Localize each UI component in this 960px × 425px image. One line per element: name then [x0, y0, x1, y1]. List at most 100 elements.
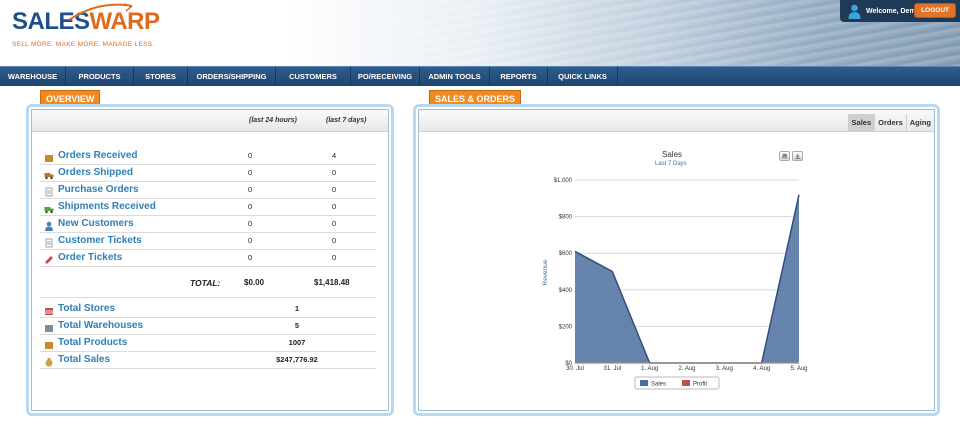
- value-last-7-days: 4: [332, 151, 337, 160]
- summary-link[interactable]: Total Warehouses: [58, 320, 143, 331]
- overview-column-header: (last 24 hours) (last 7 days): [32, 110, 388, 132]
- total-last-24-hours: $0.00: [244, 278, 265, 287]
- legend-swatch-sales: [640, 380, 648, 386]
- nav-item-quick-links[interactable]: QUICK LINKS: [548, 67, 618, 86]
- summary-link[interactable]: Total Stores: [58, 303, 115, 314]
- summary-value: 1007: [288, 338, 306, 347]
- value-last-7-days: 0: [332, 202, 337, 211]
- overview-row-purchase-orders: Purchase Orders 0 0: [40, 182, 376, 199]
- warehouse-icon: [44, 320, 54, 332]
- overview-row-orders-shipped: Orders Shipped 0 0: [40, 165, 376, 182]
- nav-item-po-receiving[interactable]: PO/RECEIVING: [351, 67, 420, 86]
- download-icon: [794, 153, 801, 160]
- value-last-24-hours: 0: [248, 202, 253, 211]
- legend-label-profit: Profit: [693, 382, 707, 388]
- value-last-7-days: 0: [332, 236, 337, 245]
- value-last-24-hours: 0: [248, 253, 253, 262]
- summary-row-total-stores: Total Stores 1: [40, 301, 376, 318]
- tab-sales[interactable]: Sales: [847, 114, 875, 132]
- overview-link[interactable]: Shipments Received: [58, 201, 156, 212]
- value-last-24-hours: 0: [248, 168, 253, 177]
- overview-link[interactable]: Customer Tickets: [58, 235, 142, 246]
- value-last-7-days: 0: [332, 168, 337, 177]
- col-last-24-hours: (last 24 hours): [249, 117, 297, 124]
- summary-row-total-sales: Total Sales $247,776.92: [40, 352, 376, 369]
- nav-item-customers[interactable]: CUSTOMERS: [276, 67, 351, 86]
- summary-value: $247,776.92: [276, 355, 318, 364]
- summary-row-total-warehouses: Total Warehouses 5: [40, 318, 376, 335]
- x-tick-label: 4. Aug: [753, 366, 770, 372]
- x-tick-label: 1. Aug: [641, 366, 658, 372]
- sales-orders-panel: Sales Orders Aging Sales Last 7 Days $0 $20…: [413, 104, 940, 416]
- y-tick-label: $1,000: [554, 178, 573, 184]
- print-chart-button[interactable]: [779, 151, 790, 161]
- delivery-truck-icon: [44, 201, 54, 214]
- truck-icon: [44, 167, 54, 180]
- overview-panel: (last 24 hours) (last 7 days) Orders Rec…: [26, 104, 394, 416]
- nav-item-warehouse[interactable]: WAREHOUSE: [0, 67, 66, 86]
- tab-aging[interactable]: Aging: [905, 114, 934, 132]
- x-tick-label: 30. Jul: [566, 366, 584, 372]
- value-last-7-days: 0: [332, 219, 337, 228]
- document-icon: [44, 235, 54, 248]
- printer-icon: [781, 153, 788, 159]
- summary-link[interactable]: Total Products: [58, 337, 127, 348]
- summary-link[interactable]: Total Sales: [58, 354, 110, 365]
- export-chart-button[interactable]: [792, 151, 803, 161]
- ticket-icon: [44, 252, 54, 264]
- series-area-sales: [575, 194, 799, 363]
- x-tick-label: 2. Aug: [678, 366, 695, 372]
- overview-row-new-customers: New Customers 0 0: [40, 216, 376, 233]
- overview-link[interactable]: Purchase Orders: [58, 184, 139, 195]
- col-last-7-days: (last 7 days): [326, 117, 367, 124]
- y-tick-label: $200: [559, 324, 573, 330]
- chart-title: Sales: [662, 150, 683, 159]
- overview-link[interactable]: New Customers: [58, 218, 134, 229]
- nav-item-products[interactable]: PRODUCTS: [66, 67, 134, 86]
- logo-tagline: SELL MORE. MAKE MORE. MANAGE LESS.: [12, 41, 155, 48]
- nav-item-reports[interactable]: REPORTS: [490, 67, 548, 86]
- sales-chart: $0$200$400$600$800$1,000Revenue30. Jul 31…: [542, 178, 808, 390]
- logo-swoosh-icon: [68, 3, 133, 21]
- overview-link[interactable]: Orders Received: [58, 150, 138, 161]
- store-icon: [44, 303, 54, 315]
- box-icon: [44, 337, 54, 349]
- chart-subtitle: Last 7 Days: [655, 161, 687, 167]
- overview-row-shipments-received: Shipments Received 0 0: [40, 199, 376, 216]
- chart-tab-bar: Sales Orders Aging: [847, 114, 934, 132]
- main-nav: WAREHOUSE PRODUCTS STORES ORDERS/SHIPPING CU…: [0, 66, 960, 86]
- y-tick-label: $600: [559, 251, 573, 257]
- saleswarp-logo[interactable]: SALESWARP SELL MORE. MAKE MORE. MANAGE L…: [12, 3, 160, 48]
- overview-link[interactable]: Order Tickets: [58, 252, 122, 263]
- header: SALESWARP SELL MORE. MAKE MORE. MANAGE L…: [0, 0, 960, 66]
- nav-item-orders-shipping[interactable]: ORDERS/SHIPPING: [188, 67, 276, 86]
- legend-swatch-profit: [682, 380, 690, 386]
- person-icon: [44, 218, 54, 231]
- value-last-24-hours: 0: [248, 185, 253, 194]
- money-bag-icon: [44, 354, 54, 367]
- y-tick-label: $800: [559, 215, 573, 221]
- value-last-24-hours: 0: [248, 151, 253, 160]
- nav-item-stores[interactable]: STORES: [134, 67, 188, 86]
- document-icon: [44, 184, 54, 197]
- welcome-text: Welcome, Demo: [866, 7, 920, 15]
- user-avatar-icon: [848, 4, 861, 19]
- overview-row-customer-tickets: Customer Tickets 0 0: [40, 233, 376, 250]
- logout-button[interactable]: LOGOUT: [914, 3, 956, 18]
- total-last-7-days: $1,418.48: [314, 278, 350, 287]
- overview-row-order-tickets: Order Tickets 0 0: [40, 250, 376, 267]
- tab-orders[interactable]: Orders: [874, 114, 906, 132]
- value-last-24-hours: 0: [248, 219, 253, 228]
- total-separator: [40, 297, 376, 298]
- value-last-24-hours: 0: [248, 236, 253, 245]
- summary-row-total-products: Total Products 1007: [40, 335, 376, 352]
- box-icon: [44, 150, 54, 162]
- value-last-7-days: 0: [332, 185, 337, 194]
- overview-row-orders-received: Orders Received 0 4: [40, 148, 376, 165]
- value-last-7-days: 0: [332, 253, 337, 262]
- nav-item-admin-tools[interactable]: ADMIN TOOLS: [420, 67, 490, 86]
- overview-link[interactable]: Orders Shipped: [58, 167, 133, 178]
- x-tick-label: 3. Aug: [716, 366, 733, 372]
- overview-total-row: TOTAL: $0.00 $1,418.48: [40, 272, 376, 294]
- sales-orders-panel-body: Sales Orders Aging Sales Last 7 Days $0 $20…: [418, 109, 935, 411]
